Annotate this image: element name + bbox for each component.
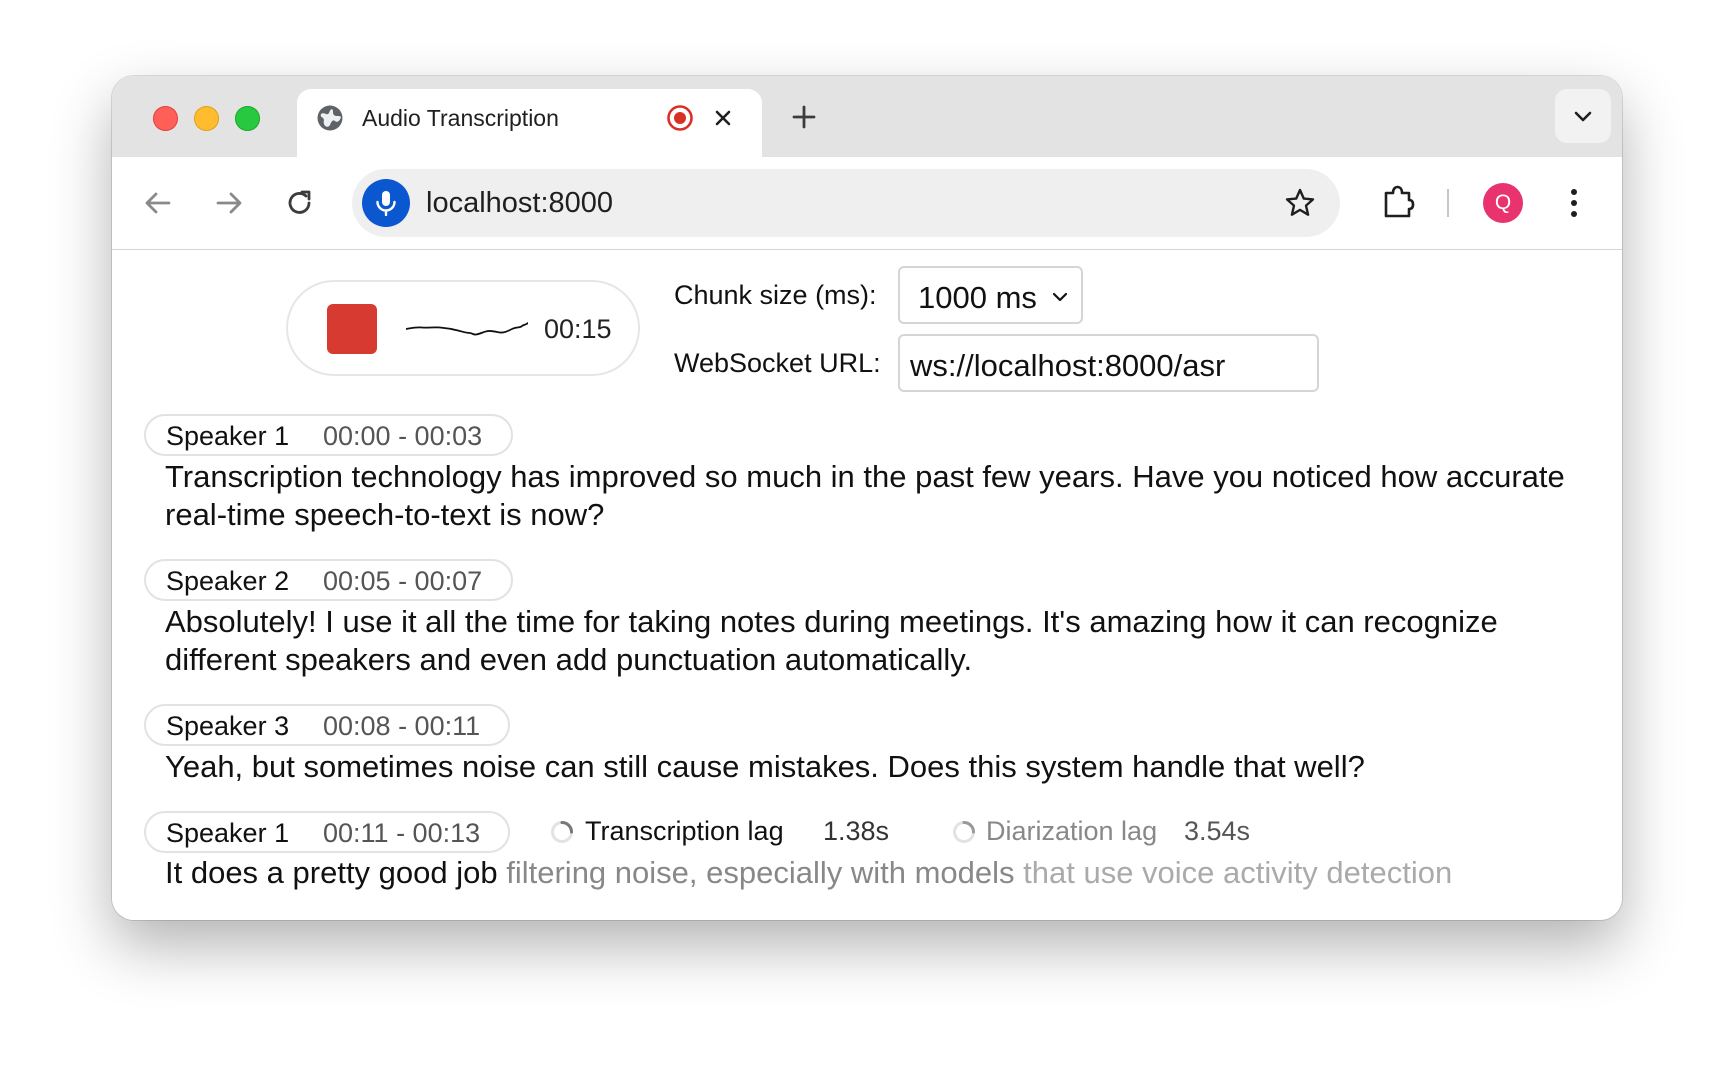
back-arrow-icon[interactable]: [140, 185, 176, 221]
bookmark-star-icon[interactable]: [1282, 185, 1318, 221]
url-text: localhost:8000: [426, 187, 614, 219]
recording-timer: 00:15: [544, 314, 612, 344]
tab-title: Audio Transcription: [362, 105, 559, 131]
stop-recording-button[interactable]: [327, 304, 377, 354]
address-bar[interactable]: localhost:8000: [352, 169, 1340, 237]
live-transcript-text: It does a pretty good job filtering nois…: [165, 854, 1585, 892]
microphone-icon: [376, 191, 396, 216]
reload-icon[interactable]: [282, 185, 318, 221]
segment-time: 00:08 - 00:11: [323, 711, 481, 741]
microphone-in-use-button[interactable]: [362, 179, 410, 227]
transcript-text: Absolutely! I use it all the time for ta…: [165, 604, 1498, 677]
loading-spinner-icon: [551, 821, 573, 843]
tab-audio-transcription[interactable]: Audio Transcription: [297, 89, 762, 157]
speaker-name: Speaker 3: [166, 711, 290, 741]
minimize-window-button[interactable]: [194, 106, 219, 131]
websocket-url-input[interactable]: ws://localhost:8000/asr: [898, 334, 1319, 392]
tab-search-button[interactable]: [1555, 89, 1611, 143]
chevron-down-icon: [1574, 111, 1592, 122]
speaker-name: Speaker 1: [166, 818, 290, 848]
transcript-pending-text: filtering noise, especially with models: [497, 855, 1015, 890]
profile-avatar[interactable]: Q: [1483, 183, 1523, 223]
segment-time: 00:05 - 00:07: [323, 566, 483, 596]
transcription-lag-label: Transcription lag: [585, 816, 784, 846]
speaker-chip: Speaker 1 00:11 - 00:13: [144, 811, 510, 853]
segment-time: 00:11 - 00:13: [323, 818, 481, 848]
speaker-name: Speaker 1: [166, 421, 290, 451]
page-content: 00:15 Chunk size (ms): 1000 ms WebSocket…: [112, 250, 1622, 920]
loading-spinner-icon: [953, 821, 975, 843]
more-menu-icon[interactable]: [1559, 183, 1589, 223]
audio-waveform: [406, 322, 528, 336]
websocket-url-value: ws://localhost:8000/asr: [910, 348, 1226, 383]
recorder-control: 00:15: [286, 280, 640, 376]
browser-window: Audio Transcription localhost:8000 Q 00:…: [112, 76, 1622, 920]
toolbar-divider: [1447, 189, 1449, 217]
websocket-url-label: WebSocket URL:: [674, 348, 881, 378]
chevron-down-icon: [1052, 292, 1068, 302]
close-tab-icon[interactable]: [709, 104, 737, 132]
transcription-lag-value: 1.38s: [823, 816, 890, 846]
chunk-size-select[interactable]: 1000 ms: [898, 266, 1083, 324]
transcript-text: Transcription technology has improved so…: [165, 459, 1565, 532]
speaker-chip: Speaker 2 00:05 - 00:07: [144, 559, 513, 601]
transcript-buffer-text: that use voice activity detection: [1014, 855, 1453, 890]
browser-toolbar: localhost:8000 Q: [112, 157, 1622, 250]
chunk-size-label: Chunk size (ms):: [674, 280, 877, 310]
speaker-chip: Speaker 3 00:08 - 00:11: [144, 704, 510, 746]
speaker-chip: Speaker 1 00:00 - 00:03: [144, 414, 513, 456]
speaker-name: Speaker 2: [166, 566, 290, 596]
recording-indicator-icon: [666, 104, 694, 132]
diarization-lag-value: 3.54s: [1184, 816, 1251, 846]
zoom-window-button[interactable]: [235, 106, 260, 131]
transcript-text: Yeah, but sometimes noise can still caus…: [165, 749, 1365, 784]
segment-time: 00:00 - 00:03: [323, 421, 483, 451]
chunk-size-value: 1000 ms: [918, 280, 1037, 315]
forward-arrow-icon[interactable]: [211, 185, 247, 221]
new-tab-icon[interactable]: [787, 100, 821, 134]
transcript-final-text: It does a pretty good job: [165, 855, 498, 890]
extensions-puzzle-icon[interactable]: [1378, 181, 1418, 221]
close-window-button[interactable]: [153, 106, 178, 131]
diarization-lag-label: Diarization lag: [986, 816, 1158, 846]
tab-bar: Audio Transcription: [112, 76, 1622, 157]
globe-icon: [315, 103, 345, 133]
